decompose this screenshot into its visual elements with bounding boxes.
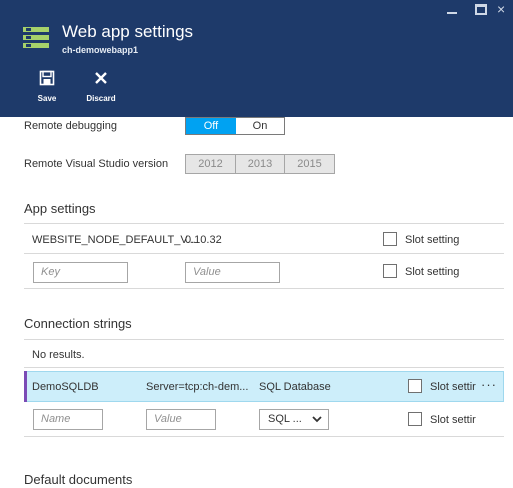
slot-setting-checkbox[interactable]	[408, 379, 422, 393]
slot-setting-label: Slot settir	[430, 414, 476, 426]
toggle-off-option[interactable]: Off	[186, 118, 236, 134]
close-icon[interactable]: ×	[497, 2, 505, 16]
save-label: Save	[37, 94, 57, 103]
divider	[24, 288, 504, 289]
connection-strings-title: Connection strings	[24, 316, 132, 331]
new-value-input[interactable]: Value	[185, 262, 280, 283]
divider	[24, 339, 504, 340]
slot-setting-label: Slot settir	[430, 381, 476, 393]
remote-debugging-label: Remote debugging	[24, 120, 117, 132]
page-title: Web app settings	[62, 22, 194, 41]
divider	[24, 367, 504, 368]
divider	[24, 436, 504, 437]
close-icon	[85, 70, 117, 91]
toggle-on-option[interactable]: On	[236, 118, 284, 134]
minimize-icon[interactable]	[447, 4, 457, 14]
new-name-input[interactable]: Name	[33, 409, 103, 430]
web-app-settings-icon	[23, 27, 49, 49]
select-value: SQL ...	[268, 413, 302, 425]
vs-version-label: Remote Visual Studio version	[24, 158, 169, 170]
connection-name: DemoSQLDB	[32, 381, 99, 393]
new-key-input[interactable]: Key	[33, 262, 128, 283]
slot-setting-label: Slot setting	[405, 234, 460, 246]
vs-version-2012: 2012	[186, 155, 236, 173]
app-setting-value: 0.10.32	[185, 234, 222, 246]
default-documents-title: Default documents	[24, 472, 133, 487]
row-selection-bar	[24, 371, 27, 402]
connection-value: Server=tcp:ch-dem...	[146, 381, 249, 393]
slot-setting-checkbox[interactable]	[383, 232, 397, 246]
connection-type-select[interactable]: SQL ...	[259, 409, 329, 430]
no-results-text: No results.	[32, 349, 85, 361]
new-value-input[interactable]: Value	[146, 409, 216, 430]
discard-button[interactable]: Discard	[85, 70, 117, 103]
connection-type: SQL Database	[259, 381, 331, 393]
blade-header: × Web app settings ch-demowebapp1 Save D…	[0, 0, 513, 117]
vs-version-2013: 2013	[236, 155, 285, 173]
remote-debugging-toggle[interactable]: Off On	[185, 117, 285, 135]
divider	[24, 253, 504, 254]
chevron-down-icon	[312, 412, 322, 429]
vs-version-2015: 2015	[285, 155, 334, 173]
vs-version-selector: 2012 2013 2015	[185, 154, 335, 174]
slot-setting-label: Slot setting	[405, 266, 460, 278]
maximize-icon[interactable]	[475, 4, 487, 15]
page-subtitle: ch-demowebapp1	[62, 45, 139, 55]
more-options-icon[interactable]: ···	[481, 377, 497, 392]
floppy-icon	[35, 70, 59, 91]
slot-setting-checkbox[interactable]	[408, 412, 422, 426]
discard-label: Discard	[86, 94, 116, 103]
app-setting-key: WEBSITE_NODE_DEFAULT_V...	[32, 234, 196, 246]
slot-setting-checkbox[interactable]	[383, 264, 397, 278]
app-settings-title: App settings	[24, 201, 96, 216]
divider	[24, 223, 504, 224]
save-button[interactable]: Save	[35, 70, 59, 103]
